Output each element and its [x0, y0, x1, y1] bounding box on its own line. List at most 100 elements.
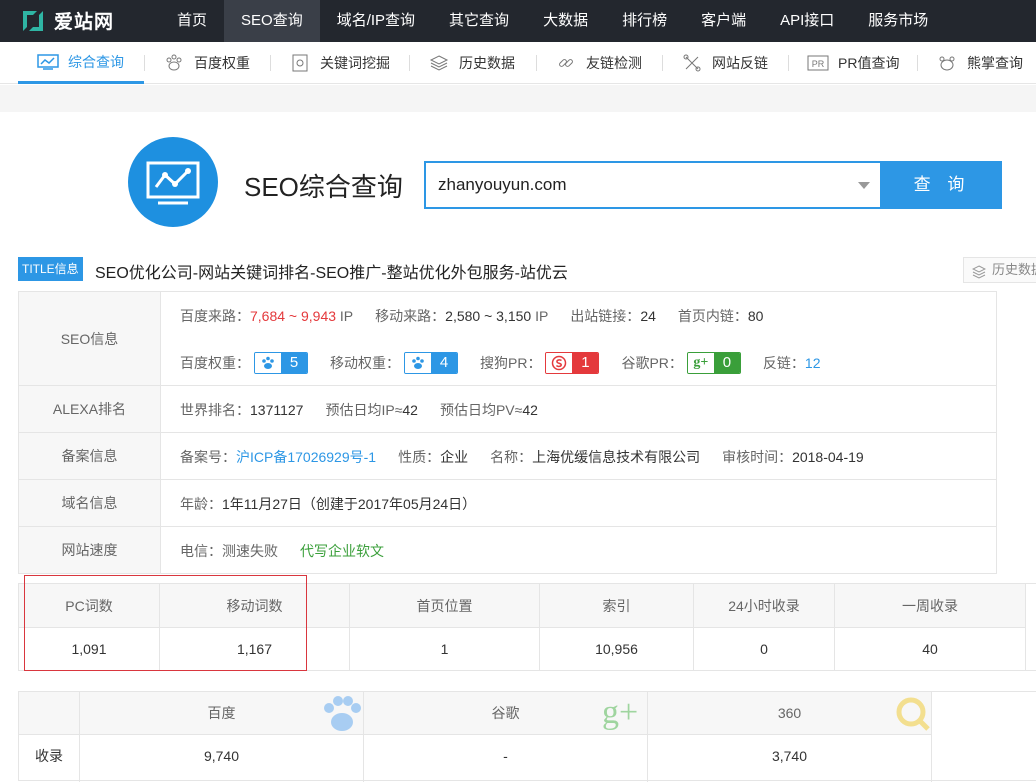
sub-navbar: 综合查询 百度权重 关键词挖掘 历史数据 友链检测 网站反链 PR PR值查询 … — [0, 42, 1036, 84]
tab-label: 友链检测 — [586, 55, 642, 71]
tab-label: 关键词挖掘 — [320, 55, 390, 71]
sogou-pr-value: 1 — [572, 352, 599, 373]
stat-col-week: 一周收录 40 — [835, 584, 1026, 670]
monitor-chart-icon — [37, 53, 59, 71]
tab-label: 历史数据 — [459, 55, 515, 71]
stat-col-index: 索引 10,956 — [540, 584, 694, 670]
top-navbar: 爱站网 首页 SEO查询 域名/IP查询 其它查询 大数据 排行榜 客户端 AP… — [0, 0, 1036, 42]
ip-unit: IP — [535, 307, 549, 324]
divider — [917, 55, 918, 71]
alexa-row: ALEXA排名 世界排名： 1371127 预估日均IP≈ 42 预估日均PV≈… — [18, 386, 997, 433]
engine-col-baidu: 百度 9,740 — [80, 692, 364, 782]
engine-col-google: 谷歌 g+ - — [364, 692, 648, 782]
row-label: 备案信息 — [19, 433, 161, 479]
seo-info-row: SEO信息 百度来路： 7,684 ~ 9,943 IP 移动来路： 2,580… — [18, 292, 997, 386]
engine-header: 百度 — [207, 705, 236, 721]
ad-link[interactable]: 代写企业软文 — [300, 541, 384, 561]
stat-header: 首页位置 — [350, 584, 539, 628]
tab-backlinks[interactable]: 网站反链 — [681, 42, 768, 84]
divider — [662, 55, 663, 71]
tab-history[interactable]: 历史数据 — [428, 42, 515, 84]
keyword-doc-icon — [289, 54, 311, 72]
tab-friend-links[interactable]: 友链检测 — [555, 42, 642, 84]
ip-unit: IP — [339, 307, 354, 324]
speed-row: 网站速度 电信：测速失败 代写企业软文 — [18, 527, 997, 574]
history-button[interactable]: 历史数据 — [963, 257, 1036, 283]
row-label: ALEXA排名 — [19, 386, 161, 432]
daily-pv-value: 42 — [522, 401, 538, 418]
baidu-weight-badge[interactable]: 5 — [254, 351, 308, 374]
backlinks-link[interactable]: 12 — [805, 355, 821, 371]
site-title: SEO优化公司-网站关键词排名-SEO推广-整站优化外包服务-站优云 — [95, 265, 568, 282]
tab-label: 百度权重 — [194, 55, 250, 71]
topnav-seo[interactable]: SEO查询 — [224, 0, 320, 42]
speed-telecom: 电信：测速失败 — [180, 542, 278, 559]
tab-keywords[interactable]: 关键词挖掘 — [289, 42, 390, 84]
query-button[interactable]: 查 询 — [882, 161, 1002, 209]
stat-value: 1 — [440, 641, 449, 657]
engine-col-label: 收录 — [19, 692, 80, 782]
tab-xiongzhang[interactable]: 熊掌查询 — [936, 42, 1023, 84]
row-label: SEO信息 — [19, 292, 161, 385]
beian-name-label: 名称： — [490, 448, 533, 465]
engine-col-360: 360 3,740 — [648, 692, 932, 782]
tab-label: PR值查询 — [838, 55, 900, 71]
home-links-label: 首页内链： — [677, 307, 748, 324]
beian-no-link[interactable]: 沪ICP备17026929号-1 — [236, 447, 376, 467]
out-links-label: 出站链接： — [570, 307, 641, 324]
title-badge: TITLE信息 — [18, 257, 83, 281]
stack-icon — [428, 54, 450, 72]
tab-overview[interactable]: 综合查询 — [18, 42, 144, 84]
stat-value: 10,956 — [595, 641, 638, 657]
google-pr-label: 谷歌PR： — [621, 354, 683, 371]
logo[interactable]: 爱站网 — [20, 7, 114, 34]
topnav-client[interactable]: 客户端 — [684, 0, 763, 42]
topnav-bigdata[interactable]: 大数据 — [526, 0, 605, 42]
topnav-domain-ip[interactable]: 域名/IP查询 — [320, 0, 432, 42]
search-input[interactable] — [438, 173, 838, 197]
360-search-icon — [894, 696, 934, 749]
topnav-ranking[interactable]: 排行榜 — [605, 0, 684, 42]
brand-name: 爱站网 — [54, 12, 115, 33]
top-nav: 首页 SEO查询 域名/IP查询 其它查询 大数据 排行榜 客户端 API接口 … — [160, 0, 945, 42]
paw-icon — [405, 352, 431, 373]
tab-pr[interactable]: PR PR值查询 — [807, 42, 899, 84]
google-pr-badge[interactable]: g+ 0 — [686, 351, 741, 374]
beian-type-value: 企业 — [440, 448, 469, 465]
domain-age-label: 年龄： — [180, 495, 222, 512]
baidu-paw-icon — [320, 696, 364, 749]
stat-header: 索引 — [540, 584, 693, 628]
engine-index-table: 收录 百度 9,740 谷歌 g+ - 360 3,740 — [18, 691, 1036, 782]
row-label: 域名信息 — [19, 480, 161, 526]
pr-icon: PR — [807, 54, 829, 72]
weight-line: 百度权重： 5 移动权重： 4 搜狗PR： 1 谷歌PR： g+ 0 反链： 1… — [180, 339, 996, 386]
daily-ip-label: 预估日均IP≈ — [325, 401, 403, 418]
engine-value: - — [503, 748, 508, 764]
beian-audit-label: 审核时间： — [722, 448, 793, 465]
home-links-value: 80 — [747, 307, 764, 324]
baidu-traffic-label: 百度来路： — [180, 307, 250, 324]
stat-header: 一周收录 — [835, 584, 1025, 628]
tab-baidu-weight[interactable]: 百度权重 — [163, 42, 250, 84]
row-label: 网站速度 — [19, 527, 161, 573]
backlink-icon — [681, 54, 703, 72]
info-table: SEO信息 百度来路： 7,684 ~ 9,943 IP 移动来路： 2,580… — [18, 291, 997, 574]
topnav-api[interactable]: API接口 — [763, 0, 851, 42]
beian-no-label: 备案号： — [180, 448, 236, 465]
sogou-pr-badge[interactable]: 1 — [545, 351, 600, 374]
mobile-weight-value: 4 — [431, 352, 457, 373]
engine-value[interactable]: 3,740 — [648, 735, 931, 778]
topnav-market[interactable]: 服务市场 — [851, 0, 945, 42]
seo-monitor-icon — [128, 137, 218, 227]
dropdown-caret-icon[interactable] — [858, 182, 870, 189]
stack-icon — [971, 263, 987, 279]
topnav-other[interactable]: 其它查询 — [432, 0, 526, 42]
stat-header: 24小时收录 — [694, 584, 834, 628]
topnav-home[interactable]: 首页 — [160, 0, 224, 42]
mobile-weight-label: 移动权重： — [330, 354, 400, 371]
mobile-weight-badge[interactable]: 4 — [404, 351, 458, 374]
world-rank-value: 1371127 — [250, 401, 304, 418]
divider — [270, 55, 271, 71]
stat-col-24h: 24小时收录 0 — [694, 584, 835, 670]
page-title: SEO综合查询 — [244, 172, 403, 202]
